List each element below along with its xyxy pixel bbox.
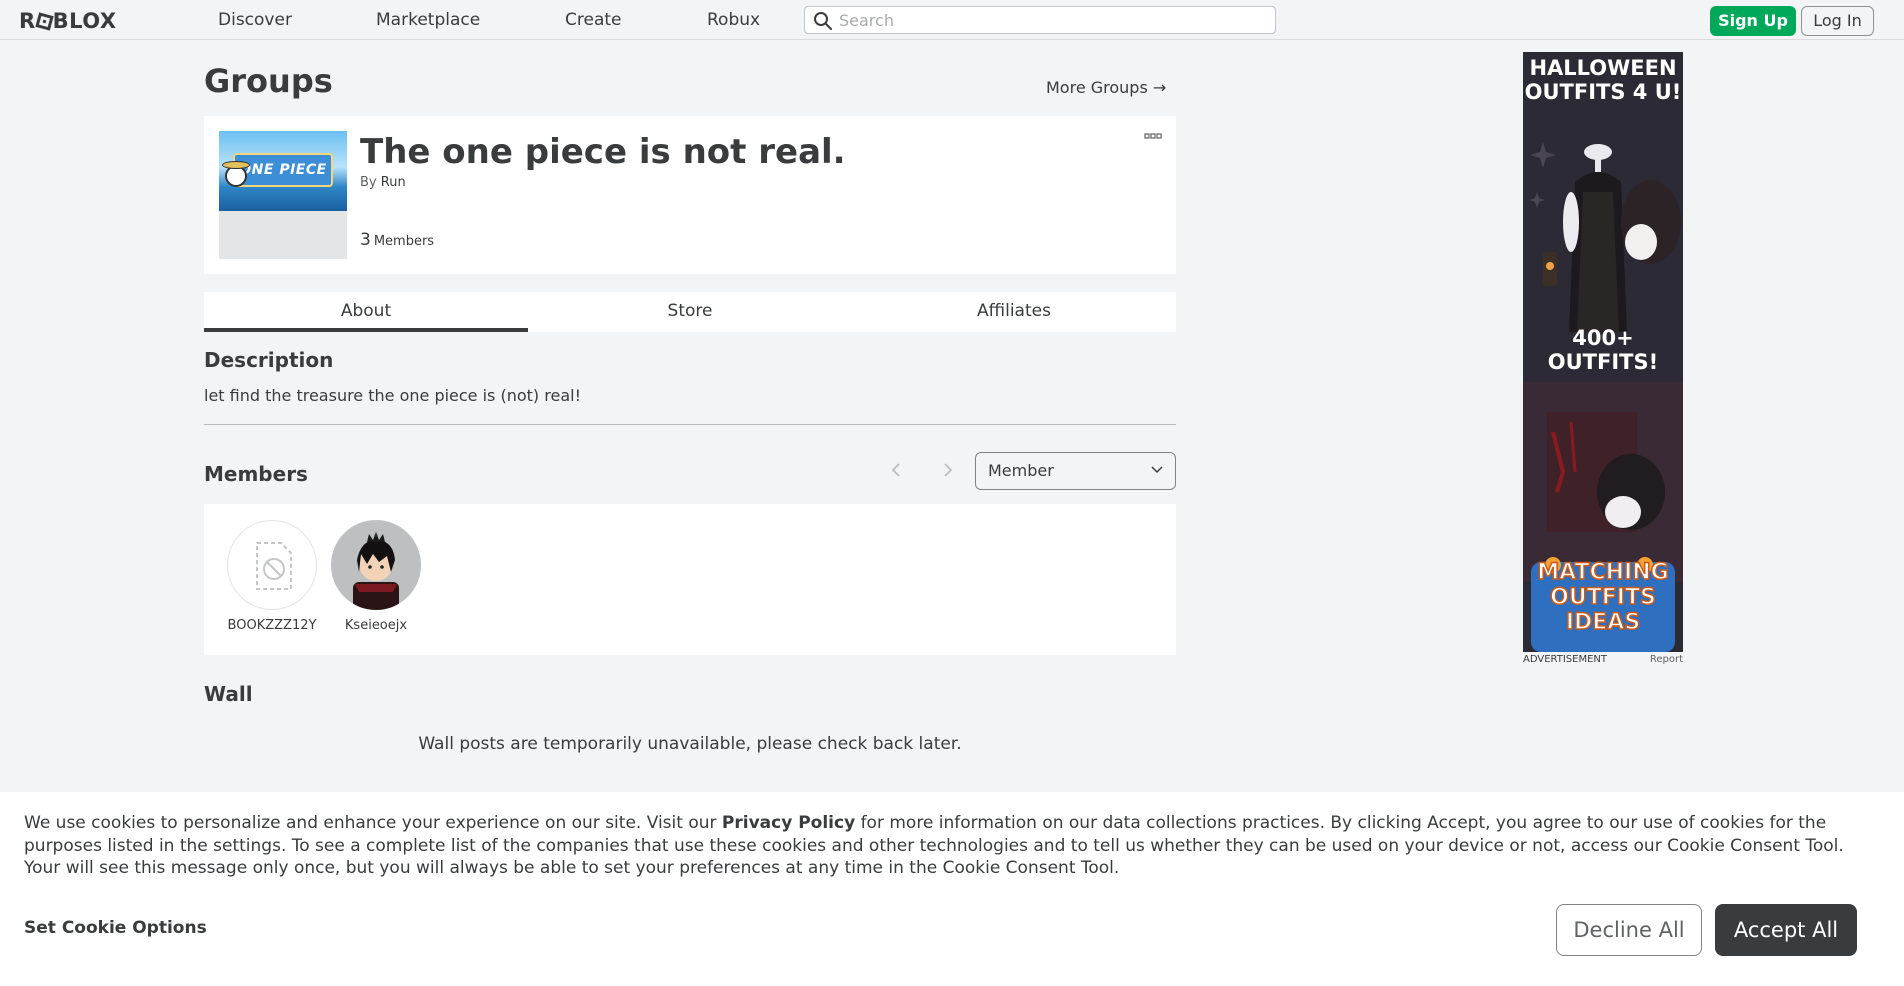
group-owner-line: By Run bbox=[360, 175, 406, 190]
section-divider bbox=[204, 424, 1176, 425]
member-name[interactable]: BOOKZZZ12Y bbox=[224, 618, 320, 633]
group-thumbnail: ONE PIECE bbox=[219, 131, 347, 259]
group-description: let find the treasure the one piece is (… bbox=[204, 386, 581, 405]
by-prefix: By bbox=[360, 175, 377, 190]
member-name[interactable]: Kseieoejx bbox=[328, 618, 424, 633]
tab-affiliates[interactable]: Affiliates bbox=[852, 292, 1176, 332]
member-avatar[interactable] bbox=[331, 520, 421, 610]
group-emblem-image: ONE PIECE bbox=[219, 131, 347, 211]
signup-button[interactable]: Sign Up bbox=[1710, 6, 1796, 36]
ad-subline: 400+ OUTFITS! bbox=[1547, 326, 1659, 374]
ad-footer-title: MATCHING OUTFITS IDEAS bbox=[1537, 559, 1670, 636]
chevron-right-icon[interactable] bbox=[938, 460, 958, 480]
privacy-policy-link[interactable]: Privacy Policy bbox=[722, 813, 855, 833]
nav-create[interactable]: Create bbox=[565, 10, 622, 30]
set-cookie-options-link[interactable]: Set Cookie Options bbox=[24, 918, 207, 938]
ad-report-link[interactable]: Report bbox=[1650, 654, 1683, 665]
description-heading: Description bbox=[204, 348, 334, 372]
member-avatar[interactable] bbox=[227, 520, 317, 610]
straw-hat-icon bbox=[222, 161, 250, 169]
tab-store[interactable]: Store bbox=[528, 292, 852, 332]
login-button[interactable]: Log In bbox=[1801, 6, 1874, 36]
group-header-card: ONE PIECE The one piece is not real. By … bbox=[204, 116, 1176, 274]
role-filter-value: Member bbox=[988, 461, 1054, 480]
chevron-left-icon[interactable] bbox=[886, 460, 906, 480]
member-count: 3 Members bbox=[360, 230, 434, 250]
more-groups-link[interactable]: More Groups → bbox=[1046, 78, 1166, 97]
nav-discover[interactable]: Discover bbox=[218, 10, 292, 30]
member-count-value: 3 bbox=[360, 230, 371, 250]
ad-headline: HALLOWEEN OUTFITS 4 U! bbox=[1524, 56, 1682, 104]
cookie-text-part-1: We use cookies to personalize and enhanc… bbox=[24, 813, 722, 833]
roblox-logo[interactable]: R BLOX bbox=[19, 9, 117, 33]
unavailable-icon bbox=[256, 542, 292, 590]
wall-heading: Wall bbox=[204, 682, 253, 706]
more-options-icon[interactable] bbox=[1144, 132, 1162, 140]
user-avatar-icon bbox=[353, 532, 399, 610]
ad-label: ADVERTISEMENT bbox=[1523, 654, 1608, 665]
chevron-down-icon bbox=[1151, 466, 1163, 474]
search-icon bbox=[814, 12, 832, 30]
nav-robux[interactable]: Robux bbox=[707, 10, 760, 30]
top-nav: R BLOX Discover Marketplace Create Robux … bbox=[0, 0, 1904, 40]
cookie-consent-banner: We use cookies to personalize and enhanc… bbox=[0, 792, 1904, 986]
group-name: The one piece is not real. bbox=[360, 132, 846, 172]
search-input[interactable] bbox=[839, 9, 1259, 31]
cookie-message: We use cookies to personalize and enhanc… bbox=[24, 812, 1874, 880]
emblem-banner: ONE PIECE bbox=[233, 153, 333, 187]
member-tile[interactable]: Kseieoejx bbox=[328, 520, 424, 633]
group-tabs: About Store Affiliates bbox=[204, 292, 1176, 332]
members-list: BOOKZZZ12Y Kseieoejx bbox=[204, 504, 1176, 655]
role-filter-dropdown[interactable]: Member bbox=[975, 452, 1176, 490]
members-heading: Members bbox=[204, 462, 308, 486]
decline-all-button[interactable]: Decline All bbox=[1556, 904, 1702, 956]
page-title: Groups bbox=[204, 62, 333, 100]
accept-all-button[interactable]: Accept All bbox=[1715, 904, 1857, 956]
member-count-label: Members bbox=[373, 234, 435, 249]
nav-marketplace[interactable]: Marketplace bbox=[376, 10, 480, 30]
search-box bbox=[804, 6, 1276, 34]
emblem-text: ONE PIECE bbox=[239, 162, 327, 178]
advertisement-banner[interactable]: HALLOWEEN OUTFITS 4 U! 400+ OUTFITS! MAT… bbox=[1523, 52, 1683, 652]
ad-caption: ADVERTISEMENT Report bbox=[1523, 654, 1683, 665]
owner-link[interactable]: Run bbox=[381, 175, 406, 190]
wall-unavailable-message: Wall posts are temporarily unavailable, … bbox=[418, 734, 962, 754]
member-tile[interactable]: BOOKZZZ12Y bbox=[224, 520, 320, 633]
tab-about[interactable]: About bbox=[204, 292, 528, 332]
